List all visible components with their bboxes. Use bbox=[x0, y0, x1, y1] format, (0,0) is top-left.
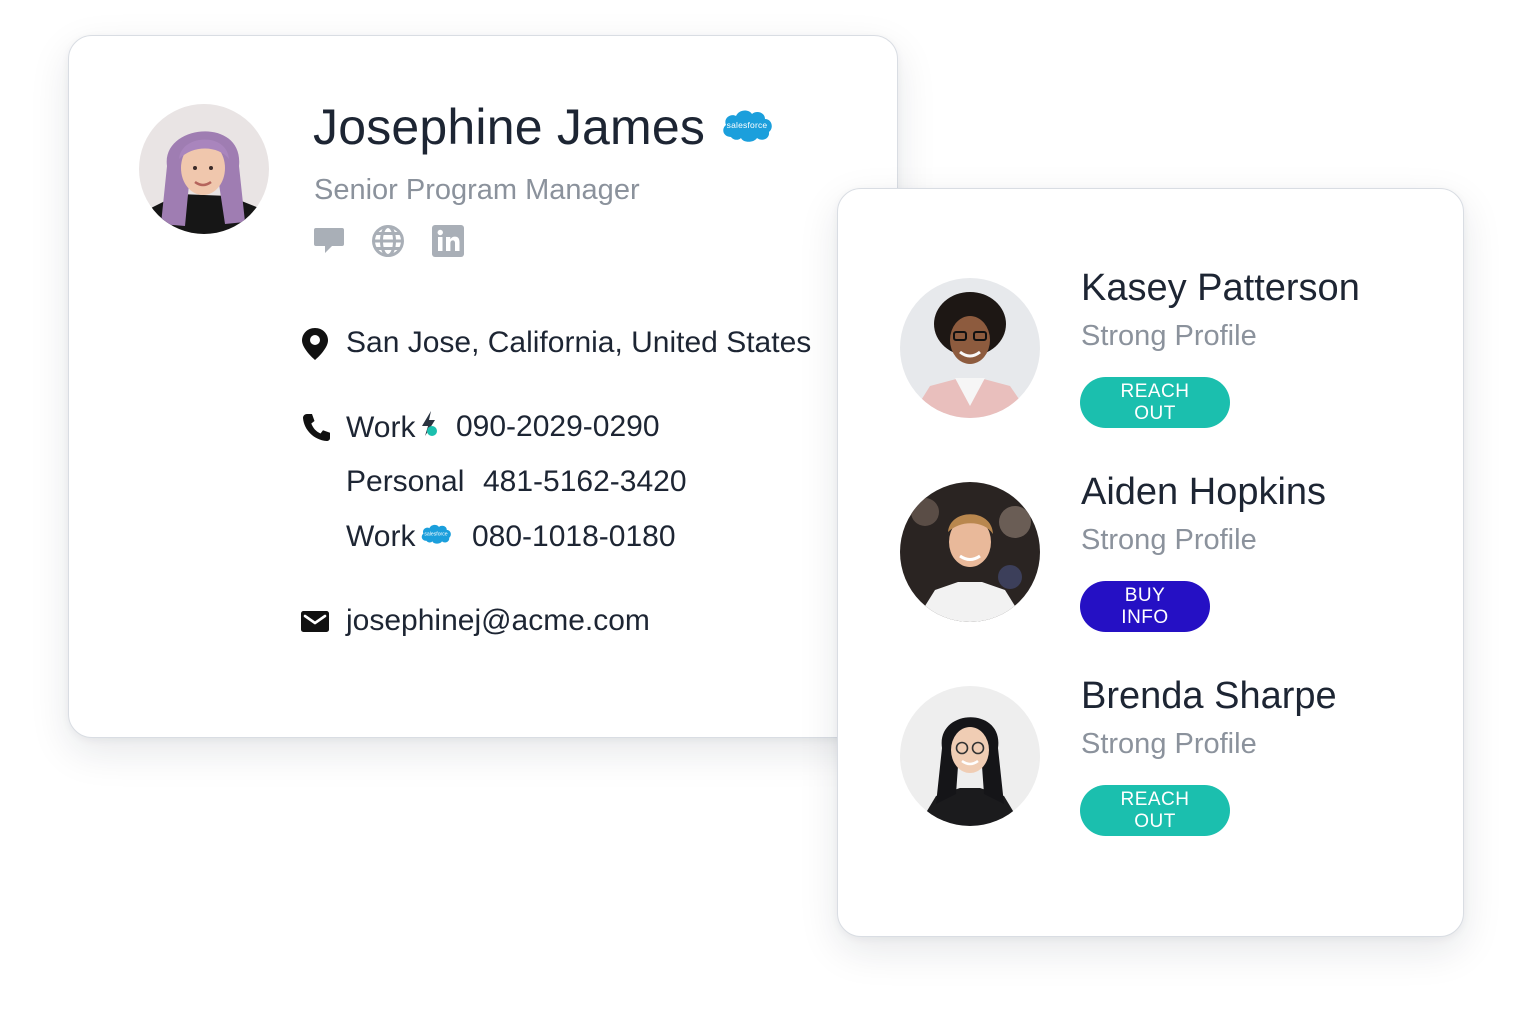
reach-out-button[interactable]: REACH OUT bbox=[1080, 377, 1230, 428]
svg-text:salesforce: salesforce bbox=[425, 531, 448, 537]
buy-info-button[interactable]: BUY INFO bbox=[1080, 581, 1210, 632]
svg-text:salesforce: salesforce bbox=[727, 120, 768, 130]
chat-icon[interactable] bbox=[312, 224, 346, 258]
data-source-icon bbox=[417, 408, 439, 446]
lead-avatar-brenda bbox=[900, 686, 1040, 826]
linkedin-icon[interactable] bbox=[431, 224, 465, 258]
phone-label: Work bbox=[346, 410, 416, 444]
phone-number-personal[interactable]: 481-5162-3420 bbox=[483, 465, 687, 499]
profile-title: Senior Program Manager bbox=[314, 174, 640, 206]
phone-number-work-2[interactable]: 080-1018-0180 bbox=[472, 520, 676, 554]
lead-name: Kasey Patterson bbox=[1081, 267, 1360, 309]
location-pin-icon bbox=[299, 326, 331, 362]
lead-status: Strong Profile bbox=[1081, 320, 1257, 352]
lead-status: Strong Profile bbox=[1081, 524, 1257, 556]
phone-label: Work bbox=[346, 520, 416, 553]
salesforce-cloud-icon: salesforce bbox=[419, 519, 453, 553]
globe-icon[interactable] bbox=[371, 224, 405, 258]
profile-avatar bbox=[139, 104, 269, 234]
email-icon bbox=[299, 606, 331, 636]
phone-row-work-2[interactable]: Work salesforce bbox=[346, 520, 453, 555]
reach-out-button[interactable]: REACH OUT bbox=[1080, 785, 1230, 836]
lead-name: Aiden Hopkins bbox=[1081, 471, 1327, 513]
location-text: San Jose, California, United States bbox=[346, 326, 812, 359]
profile-name-row: Josephine James salesforce bbox=[313, 98, 775, 160]
phone-icon bbox=[299, 410, 331, 446]
phone-number-work-1[interactable]: 090-2029-0290 bbox=[456, 410, 660, 444]
lead-status: Strong Profile bbox=[1081, 728, 1257, 760]
profile-card: Josephine James salesforce Senior Progra… bbox=[68, 35, 898, 738]
phone-row-work-1[interactable]: Work bbox=[346, 410, 439, 448]
phone-label-personal: Personal bbox=[346, 465, 465, 498]
lead-avatar-kasey bbox=[900, 278, 1040, 418]
email-link[interactable]: josephinej@acme.com bbox=[346, 604, 650, 638]
lead-avatar-aiden bbox=[900, 482, 1040, 622]
salesforce-badge-icon: salesforce bbox=[719, 98, 775, 156]
profile-name: Josephine James bbox=[313, 99, 706, 155]
leads-card: Kasey Patterson Strong Profile REACH OUT… bbox=[837, 188, 1464, 937]
lead-name: Brenda Sharpe bbox=[1081, 675, 1337, 717]
